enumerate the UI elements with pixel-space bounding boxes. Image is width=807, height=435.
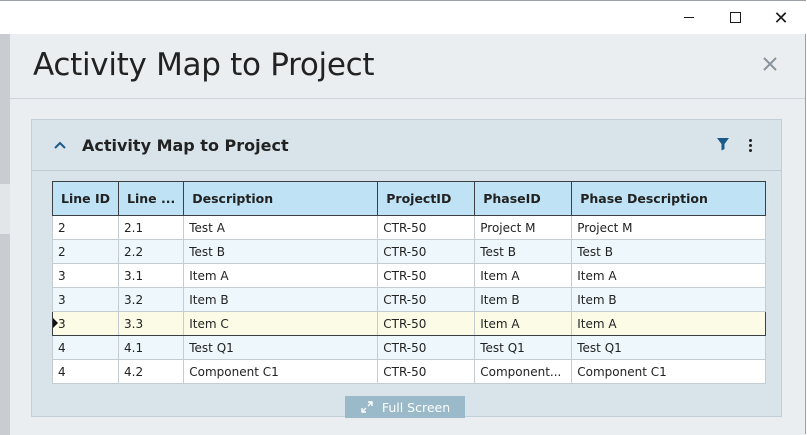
cell-phase-id[interactable]: Item B [474, 287, 573, 312]
fullscreen-label: Full Screen [381, 399, 451, 415]
column-header-line-id[interactable]: Line ID [51, 181, 120, 216]
window-close-button[interactable]: ✕ [758, 1, 804, 34]
column-header-line[interactable]: Line ... [118, 181, 185, 216]
cell-line[interactable]: 4.1 [118, 335, 185, 360]
cell-description[interactable]: Test A [183, 215, 379, 240]
cell-line-id[interactable]: 2 [51, 215, 120, 240]
dialog-close-button[interactable] [758, 52, 782, 76]
column-header-phase-description[interactable]: Phase Description [571, 181, 767, 216]
cell-phase-description[interactable]: Item A [571, 311, 767, 336]
dialog: Activity Map to Project Activity Map to … [10, 34, 805, 435]
cell-phase-id[interactable]: Item A [474, 311, 573, 336]
more-vertical-icon[interactable] [742, 136, 758, 154]
panel-title: Activity Map to Project [82, 136, 289, 155]
cell-phase-description[interactable]: Test Q1 [571, 335, 767, 360]
cell-line-id[interactable]: 3 [51, 311, 120, 336]
background-strip [0, 184, 10, 234]
cell-phase-id[interactable]: Project M [474, 215, 573, 240]
dialog-title: Activity Map to Project [33, 47, 375, 83]
cell-description[interactable]: Item C [183, 311, 379, 336]
table-row[interactable]: 4 4.1 Test Q1 CTR-50 Test Q1 Test Q1 [51, 335, 767, 360]
cell-phase-id[interactable]: Component... [474, 359, 573, 384]
table-row[interactable]: 3 3.1 Item A CTR-50 Item A Item A [51, 263, 767, 288]
cell-line[interactable]: 3.3 [118, 311, 185, 336]
cell-project-id[interactable]: CTR-50 [377, 263, 476, 288]
column-header-phase-id[interactable]: PhaseID [474, 181, 573, 216]
cell-description[interactable]: Test Q1 [183, 335, 379, 360]
cell-line-id-text: 3 [58, 316, 66, 331]
cell-line-id[interactable]: 3 [51, 263, 120, 288]
table-row-selected[interactable]: 3 3.3 Item C CTR-50 Item A Item A [51, 311, 767, 336]
data-grid: Line ID Line ... Description ProjectID P… [51, 181, 767, 384]
app-window: ✕ Activity Map to Project Activity Map t… [0, 0, 806, 435]
dialog-header: Activity Map to Project [10, 34, 805, 99]
cell-line[interactable]: 3.1 [118, 263, 185, 288]
table-row[interactable]: 3 3.2 Item B CTR-50 Item B Item B [51, 287, 767, 312]
expand-icon [361, 401, 373, 413]
cell-description[interactable]: Item B [183, 287, 379, 312]
close-icon [763, 57, 777, 71]
cell-phase-description[interactable]: Project M [571, 215, 767, 240]
cell-line-id[interactable]: 4 [51, 359, 120, 384]
cell-phase-id[interactable]: Test Q1 [474, 335, 573, 360]
column-header-description[interactable]: Description [183, 181, 379, 216]
cell-description[interactable]: Component C1 [183, 359, 379, 384]
cell-phase-description[interactable]: Component C1 [571, 359, 767, 384]
maximize-icon [729, 12, 741, 23]
chevron-up-icon[interactable] [50, 135, 70, 155]
cell-line[interactable]: 2.1 [118, 215, 185, 240]
cell-line-id[interactable]: 2 [51, 239, 120, 264]
cell-project-id[interactable]: CTR-50 [377, 359, 476, 384]
close-icon: ✕ [773, 7, 789, 28]
minimize-icon [684, 17, 694, 18]
cell-phase-id[interactable]: Test B [474, 239, 573, 264]
cell-phase-id[interactable]: Item A [474, 263, 573, 288]
cell-description[interactable]: Item A [183, 263, 379, 288]
cell-project-id[interactable]: CTR-50 [377, 335, 476, 360]
column-header-project-id[interactable]: ProjectID [377, 181, 476, 216]
table-row[interactable]: 2 2.1 Test A CTR-50 Project M Project M [51, 215, 767, 240]
cell-line-id[interactable]: 3 [51, 287, 120, 312]
filter-icon[interactable] [715, 136, 731, 152]
cell-project-id[interactable]: CTR-50 [377, 311, 476, 336]
window-titlebar: ✕ [0, 1, 806, 34]
cell-line[interactable]: 2.2 [118, 239, 185, 264]
cell-description[interactable]: Test B [183, 239, 379, 264]
maximize-button[interactable] [712, 1, 758, 34]
cell-line[interactable]: 4.2 [118, 359, 185, 384]
cell-phase-description[interactable]: Test B [571, 239, 767, 264]
cell-project-id[interactable]: CTR-50 [377, 215, 476, 240]
cell-project-id[interactable]: CTR-50 [377, 287, 476, 312]
cell-line[interactable]: 3.2 [118, 287, 185, 312]
cell-phase-description[interactable]: Item B [571, 287, 767, 312]
cell-project-id[interactable]: CTR-50 [377, 239, 476, 264]
panel: Activity Map to Project Line ID Line ...… [31, 119, 782, 418]
fullscreen-button[interactable]: Full Screen [345, 396, 465, 418]
header-row: Line ID Line ... Description ProjectID P… [51, 181, 767, 216]
cell-line-id[interactable]: 4 [51, 335, 120, 360]
row-pointer-icon [53, 318, 58, 328]
table-row[interactable]: 4 4.2 Component C1 CTR-50 Component... C… [51, 359, 767, 384]
minimize-button[interactable] [666, 1, 712, 34]
panel-header: Activity Map to Project [32, 120, 781, 171]
cell-phase-description[interactable]: Item A [571, 263, 767, 288]
table-row[interactable]: 2 2.2 Test B CTR-50 Test B Test B [51, 239, 767, 264]
